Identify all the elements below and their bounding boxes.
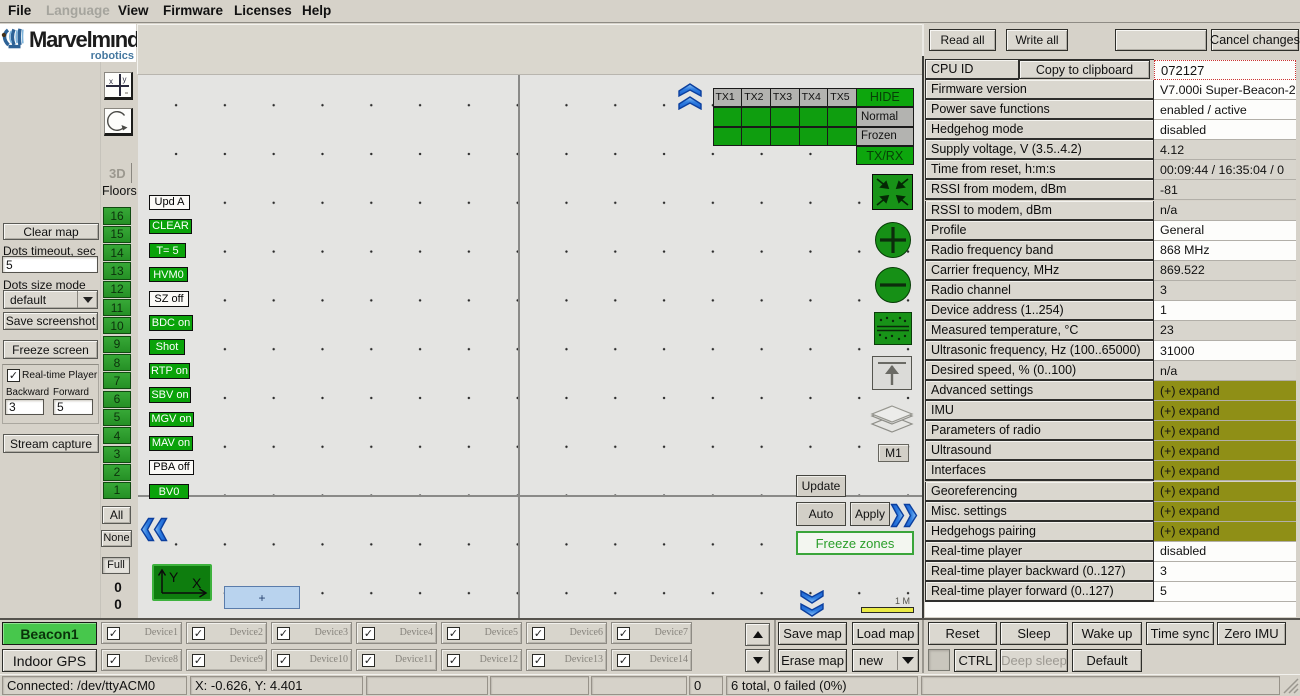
svg-text:Y: Y	[169, 569, 179, 585]
svg-text:y: y	[123, 75, 127, 84]
svg-text:X: X	[192, 575, 202, 591]
svg-text:x: x	[109, 77, 113, 86]
